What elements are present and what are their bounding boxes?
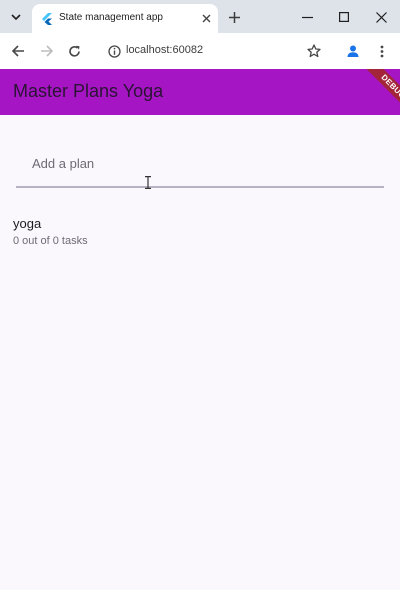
flutter-logo-icon — [41, 12, 53, 25]
address-bar-url[interactable]: localhost:60082 — [126, 44, 203, 56]
profile-person-icon[interactable] — [343, 41, 363, 61]
window-maximize-icon[interactable] — [335, 8, 353, 26]
debug-banner: DEBUG — [364, 69, 400, 115]
window-close-icon[interactable] — [372, 8, 390, 26]
more-vert-icon[interactable] — [372, 41, 392, 61]
text-cursor-icon — [144, 176, 152, 190]
browser-tab[interactable]: State management app — [32, 4, 218, 33]
forward-arrow-icon[interactable] — [36, 41, 56, 61]
tab-close-icon[interactable] — [198, 10, 214, 26]
app-bar: Master Plans Yoga DEBUG — [0, 69, 400, 115]
add-plan-field[interactable] — [16, 140, 384, 190]
back-arrow-icon[interactable] — [8, 41, 28, 61]
window-minimize-icon[interactable] — [298, 8, 316, 26]
browser-tab-strip: State management app — [0, 0, 400, 33]
browser-toolbar: localhost:60082 — [0, 33, 400, 69]
input-underline — [16, 186, 384, 188]
tab-search-chevron-down-icon[interactable] — [6, 7, 26, 27]
plan-name: yoga — [13, 216, 42, 231]
add-plan-input[interactable] — [16, 140, 384, 186]
reload-icon[interactable] — [64, 41, 84, 61]
plan-list-item[interactable]: yoga 0 out of 0 tasks — [0, 212, 400, 256]
plan-progress: 0 out of 0 tasks — [13, 235, 88, 247]
new-tab-plus-icon[interactable] — [225, 8, 243, 26]
tab-title: State management app — [59, 12, 163, 23]
bookmark-star-icon[interactable] — [304, 41, 324, 61]
page-title: Master Plans Yoga — [13, 81, 164, 101]
site-info-icon[interactable] — [104, 41, 124, 61]
